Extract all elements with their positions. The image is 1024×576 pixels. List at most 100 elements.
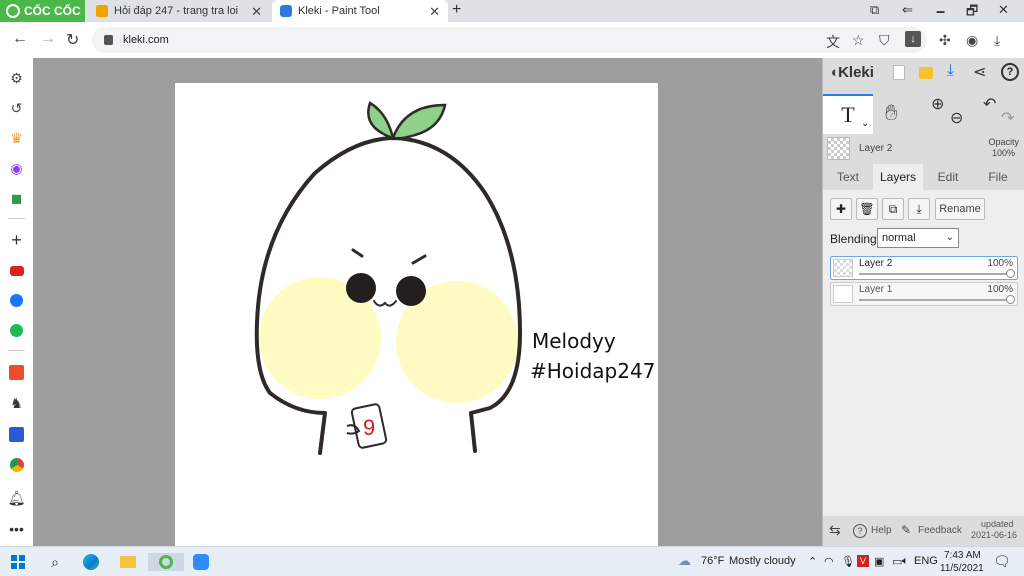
windows-start-icon[interactable] bbox=[9, 553, 27, 571]
add-layer-button[interactable]: ✚ bbox=[830, 198, 852, 220]
bell-icon[interactable]: 🔔︎ bbox=[8, 490, 26, 507]
text-tool-button[interactable]: T ⌄ bbox=[823, 94, 873, 134]
shield-icon[interactable]: ⛉ bbox=[879, 32, 890, 49]
weather-cloud-icon[interactable]: ☁ bbox=[678, 553, 691, 569]
show-hidden-icons[interactable]: ⌃ bbox=[808, 555, 817, 568]
tab-layers[interactable]: Layers bbox=[873, 164, 923, 190]
close-tab-icon[interactable]: ✕ bbox=[251, 4, 262, 20]
sale-icon[interactable] bbox=[8, 426, 25, 443]
shopee-icon[interactable] bbox=[8, 364, 25, 381]
layer-item-1[interactable]: Layer 1 100% bbox=[830, 282, 1018, 306]
chevron-down-icon[interactable]: ⌄ bbox=[861, 118, 869, 129]
tab-hoidap247[interactable]: Hỏi đáp 247 - trang tra loi ✕ bbox=[88, 0, 270, 22]
wifi-icon[interactable]: ◠ bbox=[824, 555, 834, 568]
plus-icon[interactable]: + bbox=[8, 230, 25, 250]
bookmark-star-icon[interactable]: ☆ bbox=[852, 32, 865, 49]
reload-button[interactable]: ↻ bbox=[66, 30, 79, 50]
feedback-icon[interactable]: ✎ bbox=[901, 523, 911, 537]
network-icon[interactable]: ▭ bbox=[892, 555, 902, 568]
left-eye bbox=[346, 273, 376, 303]
new-tab-button[interactable]: + bbox=[452, 1, 461, 19]
help-circle-icon[interactable]: ? bbox=[853, 524, 867, 538]
swap-side-icon[interactable]: ⇆ bbox=[829, 522, 841, 539]
layer-item-2[interactable]: Layer 2 100% bbox=[830, 256, 1018, 280]
zoom-app-icon[interactable] bbox=[192, 553, 210, 571]
search-icon[interactable]: ⌕ bbox=[46, 553, 64, 571]
file-explorer-icon[interactable] bbox=[119, 553, 137, 571]
canvas-workspace[interactable]: 9 Melodyy #Hoidap247 bbox=[33, 58, 822, 546]
blending-label: Blending bbox=[830, 232, 877, 246]
delete-layer-button[interactable]: 🗑︎ bbox=[856, 198, 878, 220]
redo-icon[interactable]: ↷ bbox=[1001, 108, 1014, 128]
layer-thumb bbox=[833, 285, 853, 303]
minimize-button[interactable]: 🗕 bbox=[936, 2, 945, 24]
current-layer-name: Layer 2 bbox=[859, 143, 893, 154]
hand-tool-icon[interactable]: ✋︎ bbox=[885, 100, 898, 126]
open-folder-icon[interactable] bbox=[919, 67, 933, 79]
extensions-puzzle-icon[interactable]: ✣ bbox=[939, 32, 951, 49]
back-button[interactable]: ← bbox=[12, 30, 28, 48]
help-link[interactable]: Help bbox=[871, 525, 892, 536]
address-input[interactable]: kleki.com bbox=[92, 27, 926, 53]
facebook-icon[interactable] bbox=[8, 292, 25, 309]
tab-kleki[interactable]: Kleki - Paint Tool ✕ bbox=[272, 0, 448, 22]
crown-icon[interactable]: ♛ bbox=[8, 130, 25, 147]
coccoc-taskbar-icon[interactable] bbox=[148, 553, 184, 571]
share-icon[interactable]: ⋖ bbox=[973, 62, 986, 82]
blending-select[interactable]: normal ⌄ bbox=[877, 228, 959, 248]
profile-avatar-icon[interactable]: ◉ bbox=[966, 32, 978, 49]
download-icon[interactable]: ⤓ bbox=[947, 62, 954, 80]
coccoc-menu-button[interactable]: CỐC CỐC bbox=[0, 0, 85, 22]
back-history-icon[interactable]: ⇐ bbox=[902, 2, 913, 18]
language-indicator[interactable]: ENG bbox=[914, 555, 938, 567]
drawing-canvas[interactable]: 9 Melodyy #Hoidap247 bbox=[175, 83, 658, 546]
gear-icon[interactable]: ⚙ bbox=[8, 70, 25, 87]
more-icon[interactable]: ••• bbox=[8, 520, 25, 537]
vietkey-icon[interactable]: V bbox=[857, 555, 869, 567]
history-icon[interactable]: ↺ bbox=[8, 100, 25, 117]
spotify-icon[interactable] bbox=[8, 322, 25, 339]
updated-date: 2021-06-16 bbox=[971, 530, 1018, 540]
hero-icon[interactable]: ♞ bbox=[8, 395, 25, 412]
messenger-icon[interactable]: ◉ bbox=[8, 160, 25, 177]
panel-footer: ⇆ ? Help ✎ Feedback updated 2021-06-16 bbox=[823, 516, 1024, 546]
downloads-icon[interactable]: ⤓ bbox=[994, 32, 1000, 49]
search-tabs-icon[interactable]: ⧉ bbox=[870, 2, 879, 18]
forward-button[interactable]: → bbox=[40, 30, 56, 48]
tab-file[interactable]: File bbox=[973, 164, 1023, 190]
zoom-in-icon[interactable]: ⊕ bbox=[931, 94, 944, 114]
layer-opacity-track bbox=[859, 299, 1011, 301]
clock-date[interactable]: 11/5/2021 bbox=[940, 563, 984, 574]
new-image-icon[interactable] bbox=[893, 65, 905, 80]
chrome-icon[interactable] bbox=[8, 456, 25, 473]
clock-time[interactable]: 7:43 AM bbox=[944, 550, 981, 561]
rename-layer-button[interactable]: Rename bbox=[935, 198, 985, 220]
duplicate-layer-button[interactable]: ⧉ bbox=[882, 198, 904, 220]
weather-temp[interactable]: 76°F bbox=[701, 555, 724, 567]
youtube-icon[interactable] bbox=[8, 262, 25, 279]
help-icon[interactable]: ? bbox=[1001, 63, 1019, 81]
weather-text[interactable]: Mostly cloudy bbox=[729, 555, 796, 567]
close-window-button[interactable]: ✕ bbox=[998, 2, 1009, 18]
maximize-button[interactable]: 🗗 bbox=[966, 2, 978, 24]
kleki-logo[interactable]: ◖Kleki bbox=[829, 64, 874, 81]
download-extension-icon[interactable]: ↓ bbox=[905, 31, 921, 47]
close-tab-icon[interactable]: ✕ bbox=[429, 4, 440, 20]
undo-icon[interactable]: ↶ bbox=[983, 94, 996, 114]
edge-icon[interactable] bbox=[82, 553, 100, 571]
notifications-icon[interactable]: 🗨︎ bbox=[993, 553, 1011, 570]
translate-icon[interactable]: 文 bbox=[826, 32, 840, 52]
left-eyebrow bbox=[351, 248, 364, 258]
tab-edit[interactable]: Edit bbox=[923, 164, 973, 190]
layer-opacity-slider[interactable] bbox=[1006, 269, 1015, 278]
volume-icon[interactable]: 🔈︎ bbox=[902, 555, 909, 568]
zoom-out-icon[interactable]: ⊖ bbox=[950, 108, 963, 128]
game-icon[interactable]: ◼ bbox=[8, 190, 25, 207]
current-layer-thumb[interactable] bbox=[827, 137, 850, 160]
feedback-link[interactable]: Feedback bbox=[918, 525, 962, 536]
microphone-icon[interactable]: 🎙︎ bbox=[841, 555, 855, 568]
merge-layer-button[interactable]: ⤓ bbox=[908, 198, 930, 220]
camera-icon[interactable]: ▣ bbox=[874, 555, 884, 568]
tab-text[interactable]: Text bbox=[823, 164, 873, 190]
layer-opacity-slider[interactable] bbox=[1006, 295, 1015, 304]
